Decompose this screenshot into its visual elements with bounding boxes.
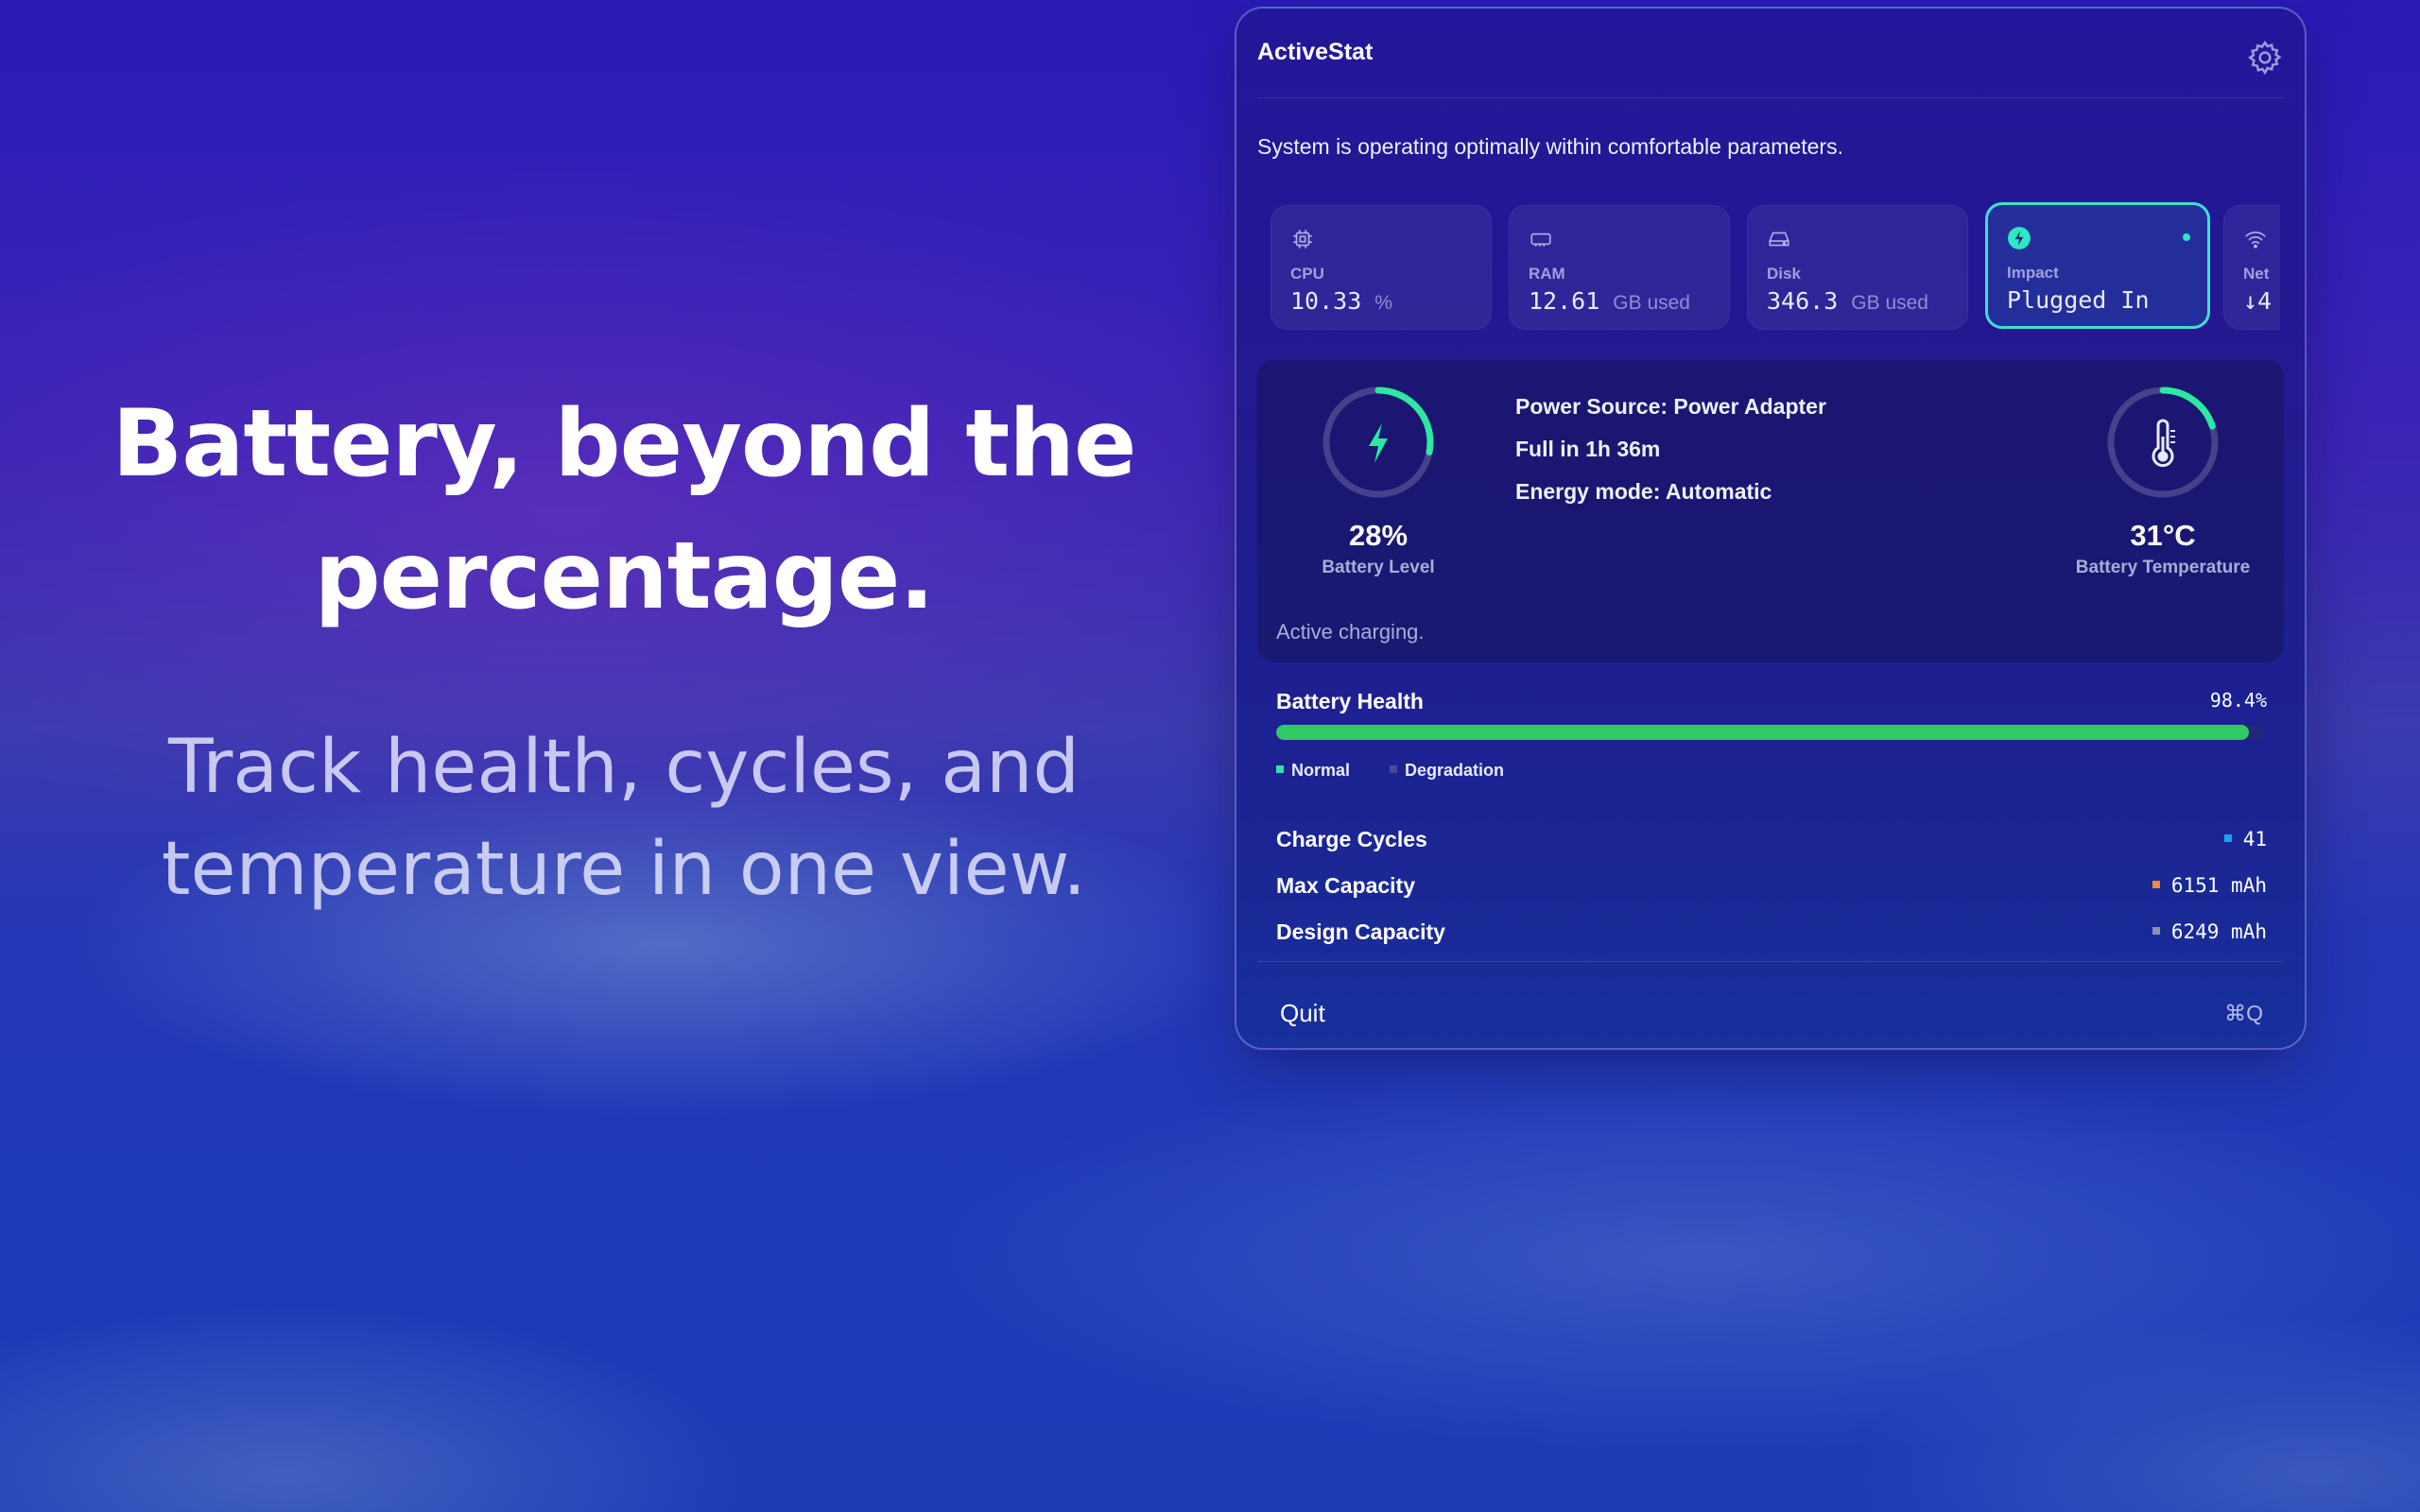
tile-impact[interactable]: Impact Plugged In <box>1985 202 2210 329</box>
design-capacity-label: Design Capacity <box>1276 919 1445 944</box>
app-title: ActiveStat <box>1257 39 1374 65</box>
tile-cpu[interactable]: CPU 10.33% <box>1270 205 1492 330</box>
charge-cycles-number: 41 <box>2242 828 2267 850</box>
max-capacity-label: Max Capacity <box>1276 873 1416 898</box>
metric-tiles: CPU 10.33% RAM 12.61 GB used Disk 346.3 GB… <box>1270 199 2280 330</box>
time-to-full: Full in 1h 36m <box>1515 437 1661 461</box>
memory-icon <box>1529 227 1553 251</box>
battery-health-label: Battery Health <box>1276 689 1424 713</box>
tile-ram[interactable]: RAM 12.61 GB used <box>1509 205 1730 330</box>
battery-card: 28% Battery Level Power Source: Power Ad… <box>1257 360 2284 662</box>
design-capacity-value: 6249 mAh <box>2152 920 2267 943</box>
charging-status-note: Active charging. <box>1276 620 1425 644</box>
ram-unit: GB used <box>1613 292 1690 314</box>
max-capacity-number: 6151 mAh <box>2170 874 2267 897</box>
cpu-value: 10.33 <box>1290 287 1362 315</box>
tile-value: 10.33% <box>1290 287 1392 315</box>
legend-normal-swatch <box>1276 765 1284 774</box>
legend-degradation-label: Degradation <box>1405 761 1505 780</box>
design-capacity-number: 6249 mAh <box>2170 920 2267 943</box>
design-capacity-marker <box>2152 927 2160 935</box>
hero-headline-line1: Battery, beyond the <box>112 390 1137 498</box>
hero-subtitle: Track health, cycles, and temperature in… <box>95 716 1153 920</box>
activestat-panel: ActiveStat System is operating optimally… <box>1235 7 2307 1050</box>
hero-subtitle-line1: Track health, cycles, and <box>168 725 1080 810</box>
wifi-icon <box>2243 227 2268 251</box>
tile-label: Net <box>2243 265 2270 283</box>
tile-value: 346.3 GB used <box>1767 287 1928 315</box>
hero-subtitle-line2: temperature in one view. <box>161 827 1087 912</box>
gear-icon[interactable] <box>2246 39 2284 77</box>
quit-shortcut: ⌘Q <box>2224 1001 2263 1025</box>
legend-degradation-swatch <box>1390 765 1397 774</box>
hero-headline: Battery, beyond the percentage. <box>95 378 1153 643</box>
legend-normal: Normal <box>1276 761 1350 781</box>
footer-divider <box>1257 961 2284 962</box>
panel-header: ActiveStat <box>1257 9 2284 98</box>
charge-cycles-value: 41 <box>2223 828 2267 850</box>
battery-temperature-label: Battery Temperature <box>2075 558 2251 577</box>
tile-disk[interactable]: Disk 346.3 GB used <box>1747 205 1968 330</box>
active-indicator-dot <box>2183 233 2190 241</box>
ram-value: 12.61 <box>1529 287 1600 315</box>
disk-value: 346.3 <box>1767 287 1839 315</box>
battery-temperature-ring <box>2107 387 2219 498</box>
hero-headline-line2: percentage. <box>314 523 934 630</box>
tile-network[interactable]: Net ↓4 <box>2223 205 2280 330</box>
legend-normal-label: Normal <box>1291 761 1351 780</box>
max-capacity-value: 6151 mAh <box>2152 874 2267 897</box>
battery-level-label: Battery Level <box>1322 558 1435 577</box>
tile-label: RAM <box>1529 265 1565 283</box>
tile-label: Disk <box>1767 265 1801 283</box>
quit-button[interactable]: Quit <box>1280 999 1325 1028</box>
tile-value: 12.61 GB used <box>1529 287 1690 315</box>
disk-unit: GB used <box>1851 292 1928 314</box>
impact-value: Plugged In <box>2007 286 2150 314</box>
charge-cycles-marker <box>2223 834 2232 842</box>
battery-health-bar-fill <box>1276 725 2250 740</box>
cpu-icon <box>1290 227 1315 251</box>
battery-temperature-value: 31°C <box>2130 519 2196 552</box>
tile-label: CPU <box>1290 265 1324 283</box>
disk-icon <box>1767 227 1791 251</box>
hero-section: Battery, beyond the percentage. Track he… <box>95 378 1153 920</box>
network-value: ↓4 <box>2243 287 2273 315</box>
bolt-icon <box>2007 226 2031 250</box>
system-status-message: System is operating optimally within com… <box>1257 134 1843 159</box>
battery-health-value: 98.4% <box>2209 689 2267 712</box>
legend-degradation: Degradation <box>1390 761 1504 781</box>
cpu-unit: % <box>1374 292 1392 314</box>
max-capacity-marker <box>2152 881 2160 888</box>
bolt-icon <box>1369 423 1388 463</box>
battery-level-ring <box>1322 387 1434 498</box>
tile-label: Impact <box>2007 264 2059 282</box>
battery-level-value: 28% <box>1348 519 1409 552</box>
power-source: Power Source: Power Adapter <box>1515 394 1826 419</box>
thermometer-icon <box>2152 419 2175 468</box>
energy-mode: Energy mode: Automatic <box>1515 479 1772 504</box>
charge-cycles-label: Charge Cycles <box>1276 827 1427 851</box>
battery-health-bar <box>1276 725 2265 740</box>
